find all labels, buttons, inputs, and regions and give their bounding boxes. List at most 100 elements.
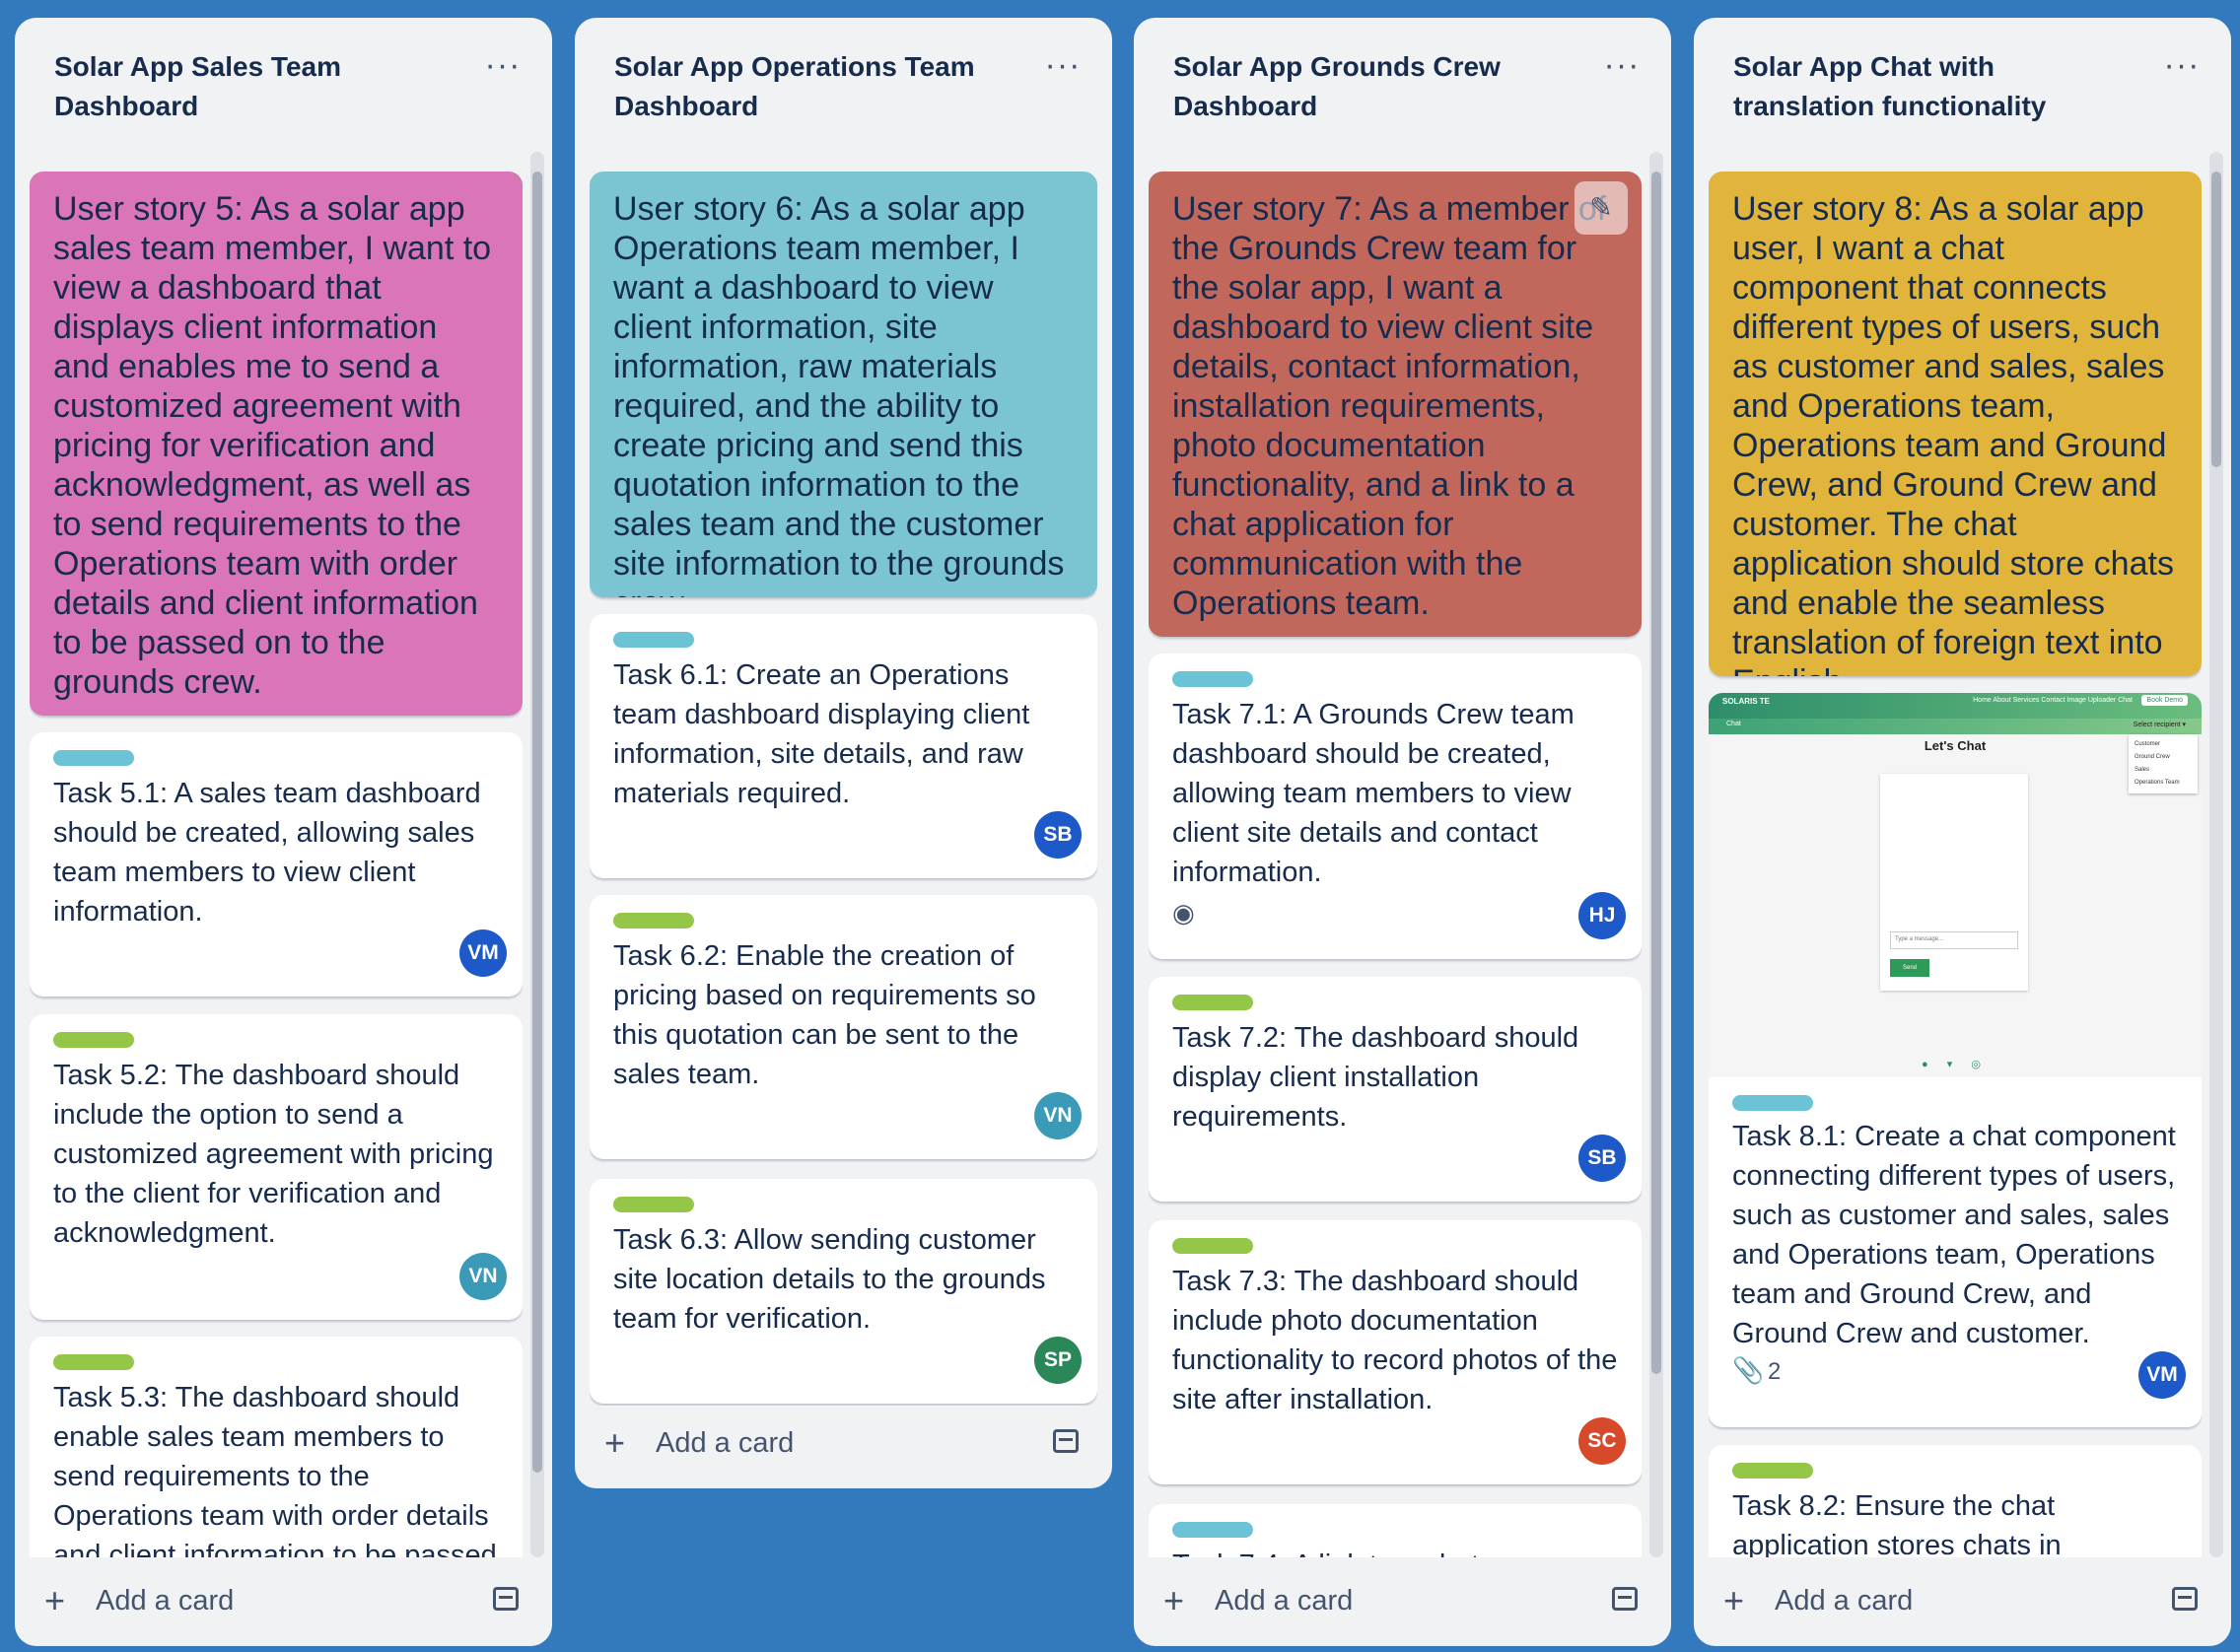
list-header: Solar App Sales Team Dashboard ···	[15, 18, 552, 134]
more-options-icon[interactable]: ···	[1602, 48, 1642, 85]
label-bar[interactable]	[1172, 995, 1253, 1010]
label-bar[interactable]	[53, 1032, 134, 1048]
story-card[interactable]: User story 5: As a solar app sales team …	[30, 172, 523, 716]
card-list: User story 8: As a solar app user, I wan…	[1709, 154, 2202, 1557]
label-bar[interactable]	[613, 913, 694, 929]
task-text: Task 7.1: A Grounds Crew team dashboard …	[1172, 699, 1575, 888]
scrollbar[interactable]	[2209, 152, 2223, 1557]
task-text: Task 7.3: The dashboard should include p…	[1172, 1266, 1618, 1415]
add-card-label: Add a card	[1215, 1584, 1354, 1617]
screenshot-brand: SOLARIS TE	[1722, 697, 1771, 706]
edit-pencil-icon[interactable]: ✎	[1575, 181, 1628, 235]
board: Solar App Sales Team Dashboard ··· User …	[0, 0, 2240, 1652]
list-header: Solar App Chat with translation function…	[1694, 18, 2231, 134]
avatar[interactable]: VM	[459, 929, 507, 977]
social-icons: ● ▾ ◎	[1922, 1059, 1989, 1070]
task-text: Task 8.1: Create a chat component connec…	[1732, 1121, 2176, 1349]
more-options-icon[interactable]: ···	[1043, 48, 1083, 85]
task-card[interactable]: Task 7.3: The dashboard should include p…	[1149, 1220, 1642, 1484]
label-bar[interactable]	[1732, 1463, 1813, 1479]
screenshot-menu: Home About Services Contact Image Upload…	[1973, 697, 2133, 704]
scrollbar-thumb[interactable]	[1651, 172, 1661, 1374]
add-card-label: Add a card	[96, 1584, 235, 1617]
add-card-button[interactable]: + Add a card	[1723, 1577, 2202, 1624]
task-text: Task 6.2: Enable the creation of pricing…	[613, 940, 1036, 1090]
plus-icon: +	[604, 1422, 626, 1463]
label-bar[interactable]	[53, 1354, 134, 1370]
card-template-icon[interactable]	[1612, 1587, 1638, 1611]
paperclip-icon: 📎	[1732, 1355, 1765, 1385]
list-sales-dashboard: Solar App Sales Team Dashboard ··· User …	[15, 18, 552, 1646]
avatar[interactable]: SP	[1034, 1337, 1082, 1384]
task-card[interactable]: Task 6.2: Enable the creation of pricing…	[590, 895, 1097, 1159]
screenshot-recipient: Select recipient ▾	[2133, 722, 2186, 728]
label-bar[interactable]	[1732, 1095, 1813, 1111]
avatar[interactable]: SB	[1034, 811, 1082, 859]
avatar[interactable]: HJ	[1578, 892, 1626, 939]
add-card-button[interactable]: + Add a card	[604, 1419, 1083, 1467]
add-card-label: Add a card	[656, 1426, 795, 1459]
list-grounds-crew-dashboard: Solar App Grounds Crew Dashboard ··· Use…	[1134, 18, 1671, 1646]
scrollbar[interactable]	[1649, 152, 1663, 1557]
task-card[interactable]: Task 5.2: The dashboard should include t…	[30, 1014, 523, 1320]
screenshot-send: Send	[1890, 959, 1929, 977]
list-title[interactable]: Solar App Sales Team Dashboard	[54, 47, 463, 126]
task-card[interactable]: Task 5.1: A sales team dashboard should …	[30, 732, 523, 997]
story-card[interactable]: User story 8: As a solar app user, I wan…	[1709, 172, 2202, 676]
add-card-button[interactable]: + Add a card	[1163, 1577, 1642, 1624]
task-text: Task 6.1: Create an Operations team dash…	[613, 659, 1030, 809]
task-text: Task 7.2: The dashboard should display c…	[1172, 1022, 1579, 1133]
label-bar[interactable]	[1172, 1522, 1253, 1538]
story-card[interactable]: User story 7: As a member of the Grounds…	[1149, 172, 1642, 637]
list-operations-dashboard: Solar App Operations Team Dashboard ··· …	[575, 18, 1112, 1488]
list-title[interactable]: Solar App Chat with translation function…	[1733, 47, 2142, 126]
task-card[interactable]: Task 5.3: The dashboard should enable sa…	[30, 1337, 523, 1557]
card-template-icon[interactable]	[493, 1587, 519, 1611]
card-list: User story 7: As a member of the Grounds…	[1149, 154, 1642, 1557]
task-text: Task 8.2: Ensure the chat application st…	[1732, 1490, 2062, 1557]
scrollbar-thumb[interactable]	[532, 172, 542, 1473]
plus-icon: +	[1163, 1580, 1185, 1620]
screenshot-subtitle: Chat	[1726, 721, 1741, 727]
list-title[interactable]: Solar App Grounds Crew Dashboard	[1173, 47, 1582, 126]
avatar[interactable]: VN	[1034, 1092, 1082, 1139]
list-chat-translation: Solar App Chat with translation function…	[1694, 18, 2231, 1646]
dropdown-option: Sales	[2135, 767, 2150, 773]
story-text: User story 6: As a solar app Operations …	[613, 190, 1065, 597]
screenshot-subbar	[1709, 719, 2202, 734]
task-card[interactable]: Task 8.2: Ensure the chat application st…	[1709, 1445, 2202, 1557]
screenshot-demo-button: Book Demo	[2141, 695, 2188, 706]
list-title[interactable]: Solar App Operations Team Dashboard	[614, 47, 1023, 126]
more-options-icon[interactable]: ···	[2162, 48, 2202, 85]
label-bar[interactable]	[613, 632, 694, 648]
task-card[interactable]: Task 7.4: A link to a chat	[1149, 1504, 1642, 1557]
add-card-button[interactable]: + Add a card	[44, 1577, 523, 1624]
label-bar[interactable]	[1172, 1238, 1253, 1254]
avatar[interactable]: SB	[1578, 1135, 1626, 1182]
scrollbar-thumb[interactable]	[2211, 172, 2221, 467]
plus-icon: +	[44, 1580, 66, 1620]
task-card[interactable]: Task 6.3: Allow sending customer site lo…	[590, 1179, 1097, 1404]
task-text: Task 5.2: The dashboard should include t…	[53, 1060, 494, 1249]
avatar[interactable]: SC	[1578, 1417, 1626, 1465]
avatar[interactable]: VM	[2138, 1351, 2186, 1399]
label-bar[interactable]	[1172, 671, 1253, 687]
more-options-icon[interactable]: ···	[483, 48, 523, 85]
avatar[interactable]: VN	[459, 1253, 507, 1300]
task-card-with-cover[interactable]: SOLARIS TE Home About Services Contact I…	[1709, 693, 2202, 1427]
task-card[interactable]: Task 7.1: A Grounds Crew team dashboard …	[1149, 654, 1642, 959]
card-template-icon[interactable]	[1053, 1429, 1079, 1453]
label-bar[interactable]	[53, 750, 134, 766]
screenshot-chat-box: Type a message... Send	[1880, 774, 2028, 991]
chat-screenshot-cover[interactable]: SOLARIS TE Home About Services Contact I…	[1709, 693, 2202, 1077]
story-card[interactable]: User story 6: As a solar app Operations …	[590, 172, 1097, 597]
dropdown-option: Operations Team	[2135, 780, 2180, 786]
label-bar[interactable]	[613, 1197, 694, 1212]
task-text: Task 6.3: Allow sending customer site lo…	[613, 1224, 1046, 1335]
card-template-icon[interactable]	[2172, 1587, 2198, 1611]
task-text: Task 7.4: A link to a chat	[1172, 1546, 1622, 1557]
scrollbar[interactable]	[530, 152, 544, 1557]
task-card[interactable]: Task 7.2: The dashboard should display c…	[1149, 977, 1642, 1202]
task-card[interactable]: Task 6.1: Create an Operations team dash…	[590, 614, 1097, 878]
add-card-label: Add a card	[1775, 1584, 1914, 1617]
